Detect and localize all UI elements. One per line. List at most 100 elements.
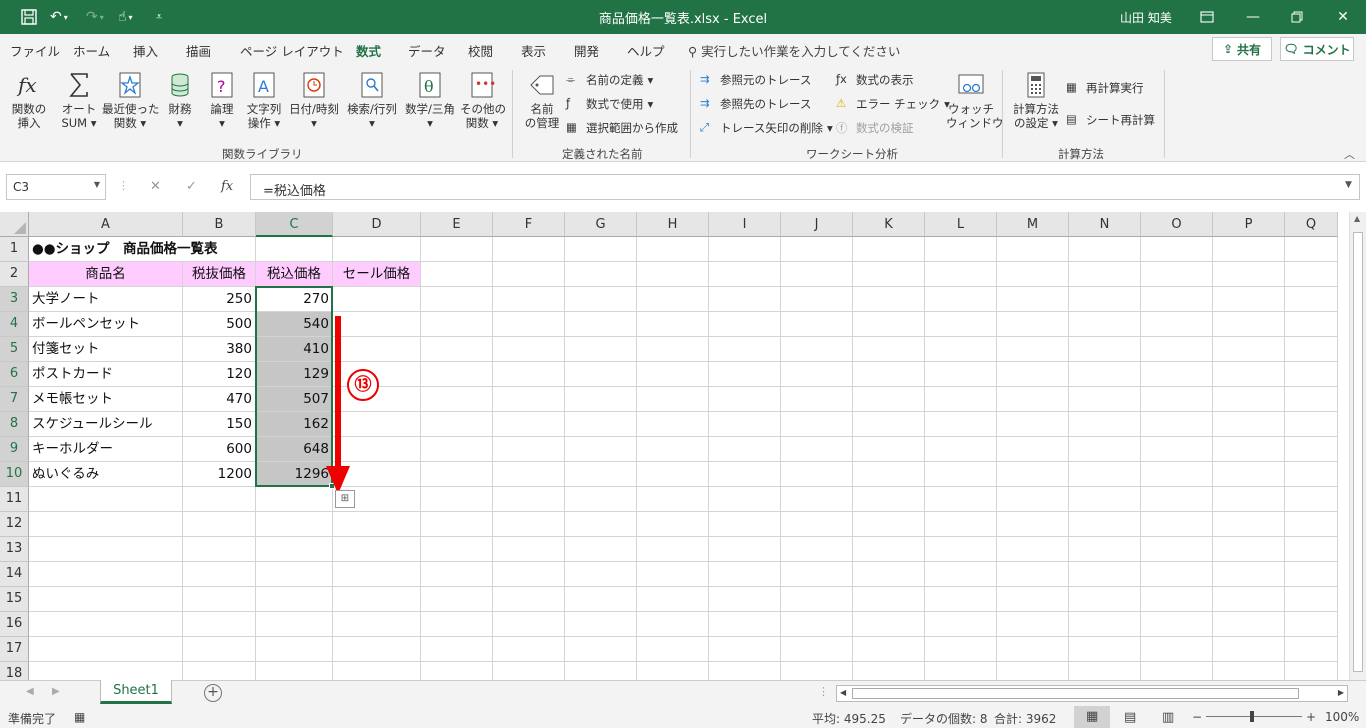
cell-l17[interactable] [925, 637, 997, 662]
cell-a6[interactable]: ポストカード [29, 362, 183, 387]
name-box[interactable]: C3 ▼ [6, 174, 106, 200]
cell-q11[interactable] [1285, 487, 1338, 512]
cell-n2[interactable] [1069, 262, 1141, 287]
zoom-out-icon[interactable]: − [1192, 710, 1202, 724]
ribbon-display-options-icon[interactable] [1184, 0, 1230, 34]
cell-e17[interactable] [421, 637, 493, 662]
column-header-i[interactable]: I [709, 212, 781, 237]
cell-e8[interactable] [421, 412, 493, 437]
cell-q13[interactable] [1285, 537, 1338, 562]
cell-i5[interactable] [709, 337, 781, 362]
cell-f11[interactable] [493, 487, 565, 512]
insert-function-button[interactable]: fx 関数の 挿入 [8, 70, 50, 130]
cell-k7[interactable] [853, 387, 925, 412]
count-value[interactable]: データの個数: 8 [900, 710, 988, 727]
select-all-corner[interactable] [0, 212, 29, 237]
cell-e2[interactable] [421, 262, 493, 287]
cell-h2[interactable] [637, 262, 709, 287]
tab-review[interactable]: 校閲 [468, 41, 493, 60]
normal-view-button[interactable]: ▦ [1074, 706, 1110, 728]
cell-e6[interactable] [421, 362, 493, 387]
cell-a5[interactable]: 付箋セット [29, 337, 183, 362]
cell-j16[interactable] [781, 612, 853, 637]
cell-b1[interactable] [183, 237, 256, 262]
cell-j3[interactable] [781, 287, 853, 312]
cell-p1[interactable] [1213, 237, 1285, 262]
cell-n9[interactable] [1069, 437, 1141, 462]
cell-q2[interactable] [1285, 262, 1338, 287]
cell-m15[interactable] [997, 587, 1069, 612]
cell-g1[interactable] [565, 237, 637, 262]
row-header-10[interactable]: 10 [0, 462, 29, 487]
cell-g9[interactable] [565, 437, 637, 462]
cell-m12[interactable] [997, 512, 1069, 537]
row-header-8[interactable]: 8 [0, 412, 29, 437]
cell-h4[interactable] [637, 312, 709, 337]
cell-b17[interactable] [183, 637, 256, 662]
cell-b6[interactable]: 120 [183, 362, 256, 387]
tab-file[interactable]: ファイル [10, 41, 60, 60]
row-header-11[interactable]: 11 [0, 487, 29, 512]
cell-a11[interactable] [29, 487, 183, 512]
column-header-h[interactable]: H [637, 212, 709, 237]
cell-p8[interactable] [1213, 412, 1285, 437]
cell-c16[interactable] [256, 612, 333, 637]
text-functions-button[interactable]: A 文字列 操作 ▾ [244, 70, 284, 130]
auto-fill-options-button[interactable]: ⊞ [335, 490, 355, 508]
cell-g11[interactable] [565, 487, 637, 512]
cell-k8[interactable] [853, 412, 925, 437]
cell-f17[interactable] [493, 637, 565, 662]
cell-i17[interactable] [709, 637, 781, 662]
column-header-n[interactable]: N [1069, 212, 1141, 237]
cell-m3[interactable] [997, 287, 1069, 312]
zoom-slider[interactable] [1206, 716, 1302, 717]
cell-m7[interactable] [997, 387, 1069, 412]
trace-precedents-button[interactable]: ⇉ 参照元のトレース [700, 72, 811, 88]
row-header-1[interactable]: 1 [0, 237, 29, 262]
cell-e3[interactable] [421, 287, 493, 312]
cell-q17[interactable] [1285, 637, 1338, 662]
cell-a16[interactable] [29, 612, 183, 637]
cell-j15[interactable] [781, 587, 853, 612]
cell-b8[interactable]: 150 [183, 412, 256, 437]
cell-o16[interactable] [1141, 612, 1213, 637]
cell-b16[interactable] [183, 612, 256, 637]
cell-a3[interactable]: 大学ノート [29, 287, 183, 312]
cell-j9[interactable] [781, 437, 853, 462]
cell-i9[interactable] [709, 437, 781, 462]
horizontal-scroll-thumb[interactable] [852, 688, 1299, 699]
cell-q7[interactable] [1285, 387, 1338, 412]
cell-i2[interactable] [709, 262, 781, 287]
cell-d15[interactable] [333, 587, 421, 612]
cell-p11[interactable] [1213, 487, 1285, 512]
cell-h9[interactable] [637, 437, 709, 462]
cell-d3[interactable] [333, 287, 421, 312]
user-name[interactable]: 山田 知美 [1120, 9, 1172, 26]
chevron-down-icon[interactable]: ▼ [94, 180, 100, 189]
cell-l3[interactable] [925, 287, 997, 312]
cell-l13[interactable] [925, 537, 997, 562]
cell-q4[interactable] [1285, 312, 1338, 337]
cell-n1[interactable] [1069, 237, 1141, 262]
row-header-2[interactable]: 2 [0, 262, 29, 287]
cell-k5[interactable] [853, 337, 925, 362]
cell-k1[interactable] [853, 237, 925, 262]
cell-b15[interactable] [183, 587, 256, 612]
cell-j4[interactable] [781, 312, 853, 337]
cell-c17[interactable] [256, 637, 333, 662]
cell-q12[interactable] [1285, 512, 1338, 537]
cell-a17[interactable] [29, 637, 183, 662]
column-header-m[interactable]: M [997, 212, 1069, 237]
row-header-3[interactable]: 3 [0, 287, 29, 312]
cell-n11[interactable] [1069, 487, 1141, 512]
cell-h3[interactable] [637, 287, 709, 312]
cell-g2[interactable] [565, 262, 637, 287]
cell-f10[interactable] [493, 462, 565, 487]
zoom-slider-thumb[interactable] [1250, 711, 1254, 722]
cell-n4[interactable] [1069, 312, 1141, 337]
cell-i10[interactable] [709, 462, 781, 487]
cell-l5[interactable] [925, 337, 997, 362]
cell-h8[interactable] [637, 412, 709, 437]
cell-e1[interactable] [421, 237, 493, 262]
calculation-options-button[interactable]: 計算方法 の設定 ▾ [1010, 70, 1062, 130]
